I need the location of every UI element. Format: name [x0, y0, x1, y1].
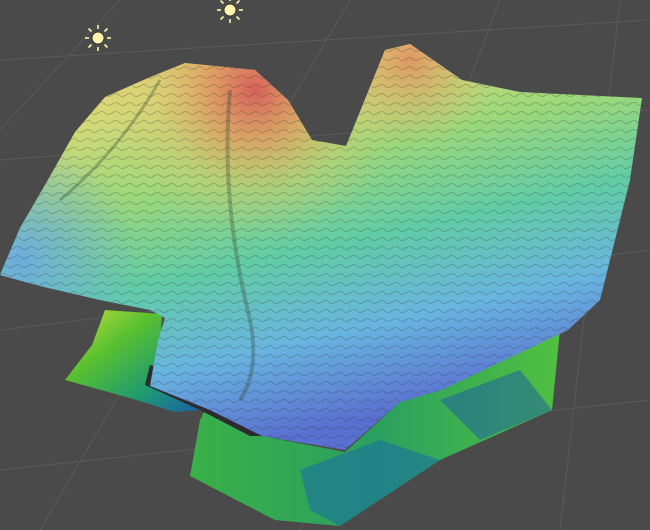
- scene-canvas[interactable]: [0, 0, 650, 530]
- scene-viewport[interactable]: [0, 0, 650, 530]
- sun-icon[interactable]: [85, 25, 111, 51]
- sun-icon[interactable]: [217, 0, 243, 23]
